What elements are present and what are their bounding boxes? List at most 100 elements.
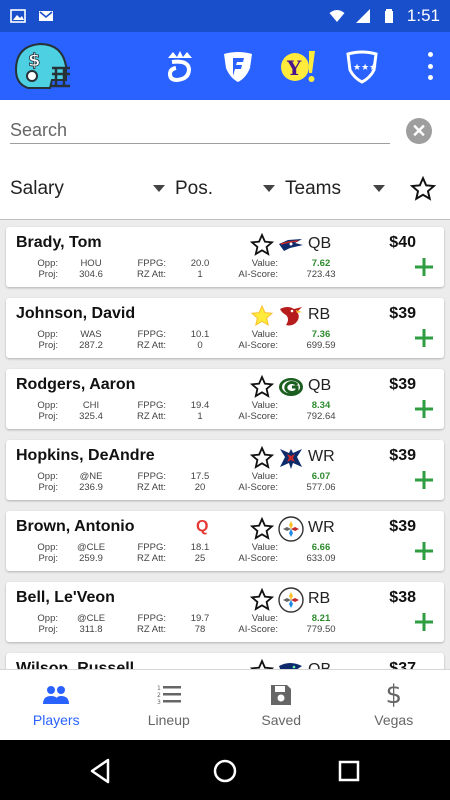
- proj-label: Proj:: [38, 411, 58, 422]
- add-player-icon[interactable]: [414, 399, 434, 419]
- favorites-filter-star-icon[interactable]: [410, 176, 436, 202]
- teams-filter[interactable]: Teams: [285, 178, 341, 200]
- ai-score-label: AI-Score:: [238, 411, 278, 422]
- proj-value: 304.6: [79, 269, 103, 280]
- rz-att-label: RZ Att:: [136, 269, 166, 280]
- position-dropdown-icon[interactable]: [263, 185, 275, 192]
- svg-text:$: $: [28, 50, 41, 71]
- ai-score-value: 699.59: [306, 340, 336, 351]
- nav-saved[interactable]: Saved: [225, 670, 338, 740]
- player-card[interactable]: Bell, Le'Veon RB $38 Opp: @CLE Proj: 311.8 FPPG…: [6, 582, 444, 642]
- favorite-star-icon[interactable]: [249, 232, 275, 257]
- opp-value: @CLE: [76, 542, 106, 553]
- add-player-icon[interactable]: [414, 541, 434, 561]
- teams-dropdown-icon[interactable]: [373, 185, 385, 192]
- opp-label: Opp:: [37, 471, 58, 482]
- gmail-notification-icon: [39, 11, 53, 21]
- proj-value: 259.9: [79, 553, 103, 564]
- proj-label: Proj:: [38, 482, 58, 493]
- fppg-label: FPPG:: [137, 613, 166, 624]
- add-player-icon[interactable]: [414, 328, 434, 348]
- rz-att-value: 0: [197, 340, 203, 351]
- opp-value: @CLE: [76, 613, 106, 624]
- app-bar: $ Y ★★★: [0, 32, 450, 100]
- favorite-star-icon[interactable]: [249, 587, 275, 612]
- add-player-icon[interactable]: [414, 470, 434, 490]
- filter-bar: Salary Pos. Teams: [0, 160, 450, 220]
- ai-score-value: 633.09: [306, 553, 336, 564]
- ai-score-label: AI-Score:: [238, 269, 278, 280]
- proj-label: Proj:: [38, 624, 58, 635]
- home-icon[interactable]: [210, 756, 240, 786]
- favorite-star-icon[interactable]: [250, 304, 274, 328]
- position-filter[interactable]: Pos.: [175, 178, 213, 200]
- back-icon[interactable]: [86, 756, 116, 786]
- favorite-star-icon[interactable]: [249, 374, 275, 399]
- favorite-star-icon[interactable]: [249, 516, 275, 541]
- player-card[interactable]: Hopkins, DeAndre WR $39 Opp: @NE Proj: 236.9 FP…: [6, 440, 444, 500]
- seahawks-logo-icon: [278, 658, 304, 669]
- player-list[interactable]: Brady, Tom QB $40 Opp: HOU Proj: 304.6 FPPG: 20.…: [0, 221, 450, 669]
- player-position: QB: [308, 235, 332, 252]
- salary-dropdown-icon[interactable]: [153, 185, 165, 192]
- ai-score-label: AI-Score:: [238, 482, 278, 493]
- value-score: 8.21: [311, 613, 331, 624]
- add-player-icon[interactable]: [414, 612, 434, 632]
- player-card[interactable]: Wilson, RussellQB$37Opp:Proj:FPPG:RZ Att…: [6, 653, 444, 669]
- rz-att-value: 1: [197, 411, 203, 422]
- player-card[interactable]: Brady, Tom QB $40 Opp: HOU Proj: 304.6 FPPG: 20.…: [6, 227, 444, 287]
- player-position: WR: [308, 448, 335, 465]
- rz-att-label: RZ Att:: [136, 340, 166, 351]
- ai-score-label: AI-Score:: [238, 340, 278, 351]
- opp-label: Opp:: [37, 400, 58, 411]
- search-bar: ✕: [0, 100, 450, 160]
- clear-search-icon[interactable]: ✕: [406, 118, 432, 144]
- nav-lineup[interactable]: 123 Lineup: [113, 670, 226, 740]
- add-player-icon[interactable]: [414, 257, 434, 277]
- proj-value: 311.8: [79, 624, 103, 635]
- rz-att-value: 78: [194, 624, 206, 635]
- steelers-logo-icon: [278, 587, 304, 613]
- fppg-value: 19.4: [190, 400, 210, 411]
- patriots-logo-icon: [278, 232, 304, 258]
- favorite-star-icon[interactable]: [249, 658, 275, 669]
- fppg-label: FPPG:: [137, 542, 166, 553]
- nav-lineup-label: Lineup: [147, 712, 190, 728]
- ai-score-label: AI-Score:: [238, 624, 278, 635]
- opp-label: Opp:: [37, 542, 58, 553]
- rz-att-label: RZ Att:: [136, 624, 166, 635]
- player-name: Johnson, David: [16, 305, 136, 322]
- battery-icon: [384, 9, 393, 23]
- overflow-menu-icon[interactable]: [426, 52, 434, 80]
- search-input[interactable]: [10, 118, 390, 144]
- system-navigation-bar: [0, 740, 450, 800]
- salary-filter[interactable]: Salary: [10, 178, 64, 200]
- fppg-value: 17.5: [190, 471, 210, 482]
- fantasydraft-button[interactable]: ★★★: [342, 46, 382, 86]
- packers-logo-icon: [278, 374, 304, 400]
- player-card[interactable]: Rodgers, Aaron QB $39 Opp: CHI Proj: 325.4 FPPG…: [6, 369, 444, 429]
- value-score: 8.34: [311, 400, 331, 411]
- value-label: Value:: [251, 542, 278, 553]
- player-name: Wilson, Russell: [16, 660, 135, 669]
- texans-logo-icon: [278, 445, 304, 471]
- player-card[interactable]: Johnson, David RB $39 Opp: WAS Proj: 287.2 FPPG…: [6, 298, 444, 358]
- fanduel-button[interactable]: [218, 46, 258, 86]
- yahoo-button[interactable]: Y: [278, 46, 318, 86]
- player-position: WR: [308, 519, 335, 536]
- opp-label: Opp:: [37, 258, 58, 269]
- nav-vegas[interactable]: $ Vegas: [338, 670, 450, 740]
- rz-att-label: RZ Att:: [136, 482, 166, 493]
- player-salary: $40: [389, 234, 416, 251]
- proj-label: Proj:: [38, 553, 58, 564]
- proj-value: 325.4: [79, 411, 103, 422]
- nav-players[interactable]: Players: [0, 670, 113, 740]
- player-card[interactable]: Brown, Antonio Q WR $39 Opp: @CLE Proj: 259.9 FP…: [6, 511, 444, 571]
- value-label: Value:: [251, 258, 278, 269]
- value-label: Value:: [251, 471, 278, 482]
- value-score: 7.62: [311, 258, 331, 269]
- favorite-star-icon[interactable]: [249, 445, 275, 470]
- ai-score-value: 792.64: [306, 411, 336, 422]
- draftkings-button[interactable]: [160, 46, 200, 86]
- recents-icon[interactable]: [334, 756, 364, 786]
